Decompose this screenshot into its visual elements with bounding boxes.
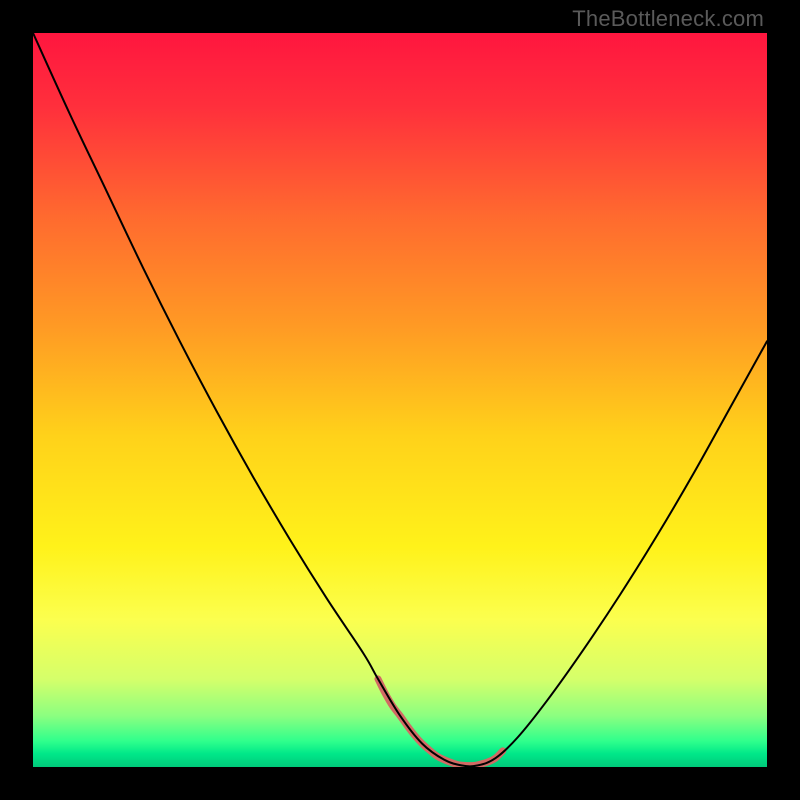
watermark-text: TheBottleneck.com <box>572 6 764 32</box>
chart-svg <box>33 33 767 767</box>
chart-frame <box>33 33 767 767</box>
chart-background <box>33 33 767 767</box>
plot-area <box>33 33 767 767</box>
